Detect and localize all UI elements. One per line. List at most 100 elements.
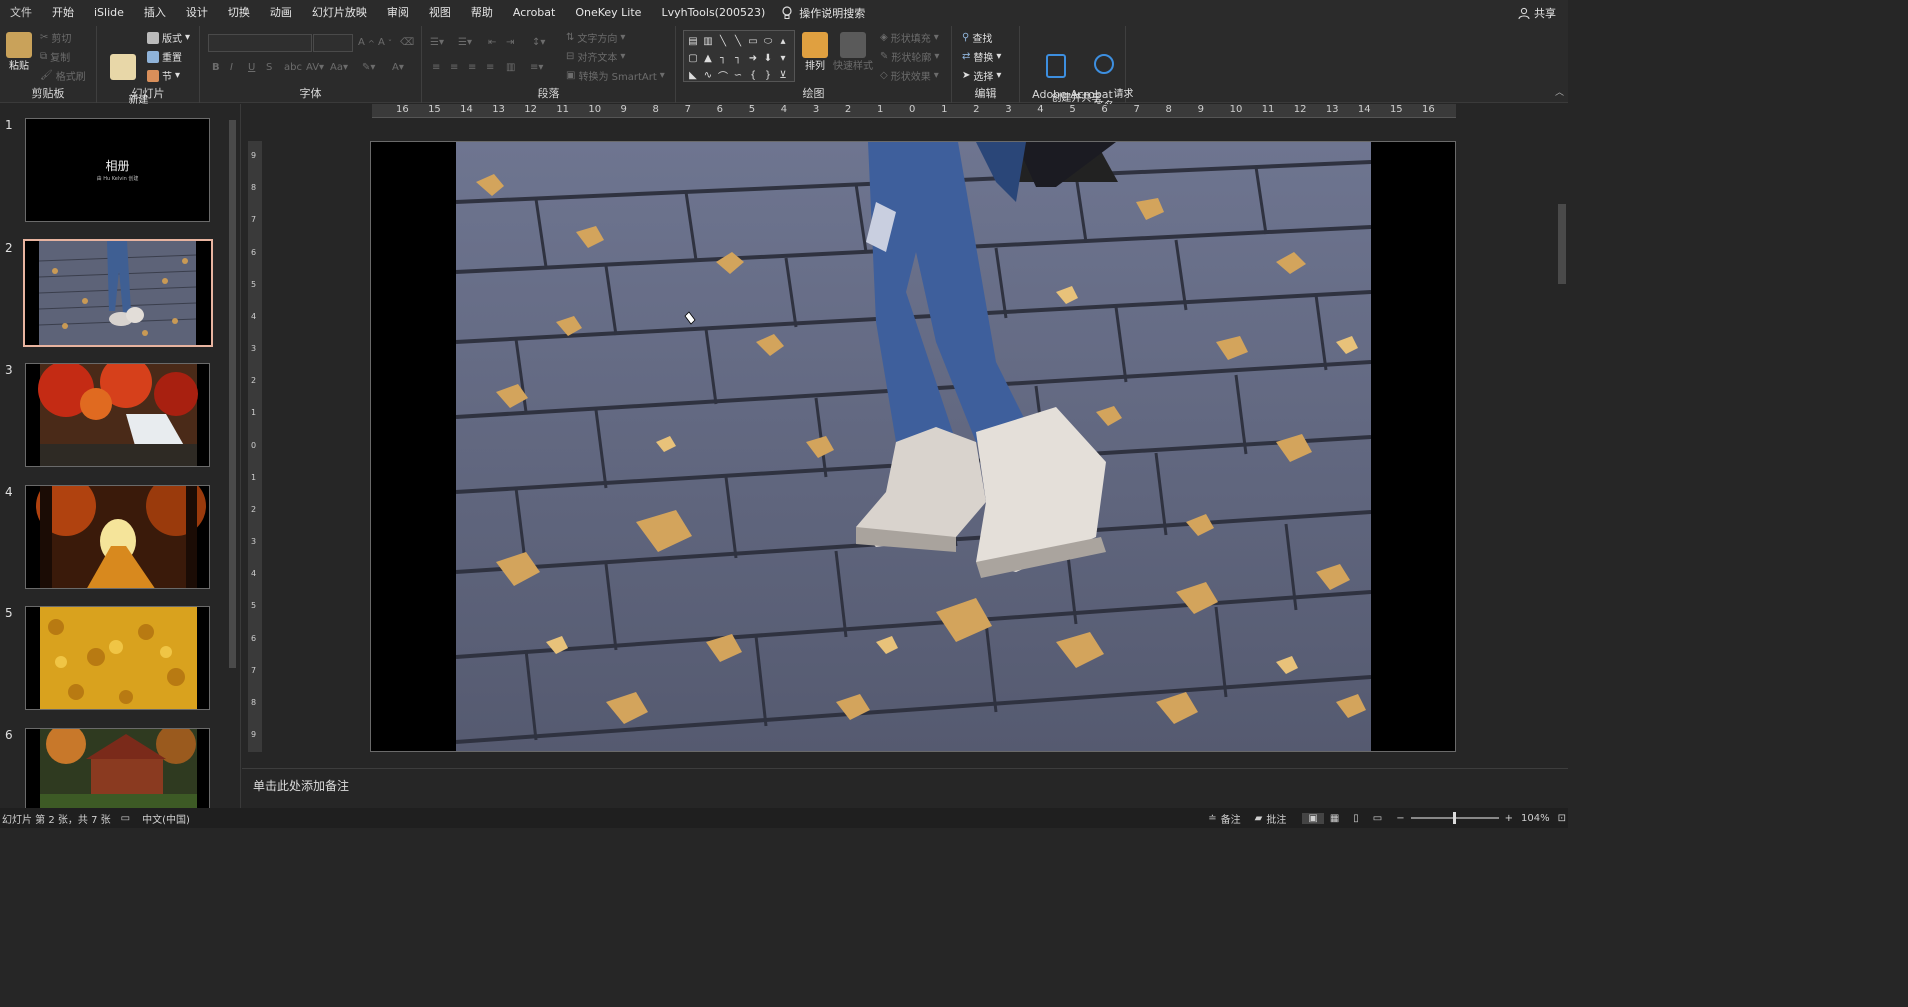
language-indicator[interactable]: 中文(中国) [142, 811, 190, 826]
connector-icon[interactable]: ┐ [716, 50, 730, 66]
zoom-in-button[interactable]: + [1505, 813, 1513, 824]
comments-toggle-button[interactable]: ▰ 批注 [1255, 811, 1287, 826]
zoom-level[interactable]: 104% [1521, 813, 1550, 824]
tab-animations[interactable]: 动画 [260, 0, 302, 26]
text-direction-button[interactable]: ⇅ 文字方向 ▾ [566, 30, 625, 45]
font-size-box[interactable] [313, 34, 353, 52]
tab-lvyhtools[interactable]: LvyhTools(200523) [651, 0, 775, 26]
char-spacing-icon[interactable]: AV▾ [306, 62, 324, 73]
slideshow-button[interactable]: ▭ [1373, 813, 1382, 824]
slide-photo[interactable] [456, 142, 1371, 751]
thumbnail-scrollbar[interactable] [228, 108, 237, 804]
justify-icon[interactable]: ≡ [486, 62, 494, 73]
scrollbar-thumb[interactable] [1558, 204, 1566, 284]
align-center-icon[interactable]: ≡ [450, 62, 458, 73]
collapse-ribbon-icon[interactable]: ︿ [1555, 85, 1564, 98]
tab-onekey[interactable]: OneKey Lite [565, 0, 651, 26]
tell-me-search[interactable]: 操作说明搜索 [781, 5, 865, 21]
slide-sorter-button[interactable]: ▦ [1330, 813, 1339, 824]
select-button[interactable]: ➤ 选择 ▾ [962, 68, 1001, 83]
rect-icon[interactable]: ▭ [746, 33, 760, 49]
underline-button[interactable]: U [248, 62, 255, 73]
font-name-box[interactable] [208, 34, 312, 52]
freeform-icon[interactable]: ∽ [731, 67, 745, 83]
layout-button[interactable]: 版式 ▾ [147, 30, 190, 45]
brace-left-icon[interactable]: { [746, 67, 760, 83]
slide-thumbnail[interactable]: 相册 由 Hu Kelvin 创建 [25, 118, 210, 222]
triangle-icon[interactable]: ▲ [701, 50, 715, 66]
editor-vertical-scrollbar[interactable] [1556, 104, 1568, 768]
slide-thumbnail[interactable] [25, 606, 210, 710]
reading-view-button[interactable]: ▯ [1353, 813, 1359, 824]
shape-fill-button[interactable]: ◈ 形状填充 ▾ [880, 30, 939, 45]
shape-effects-button[interactable]: ◇ 形状效果 ▾ [880, 68, 939, 83]
replace-button[interactable]: ⇄ 替换 ▾ [962, 49, 1001, 64]
align-right-icon[interactable]: ≡ [468, 62, 476, 73]
arrow-down-icon[interactable]: ⬇ [761, 50, 775, 66]
shapes-gallery[interactable]: ▤ ▥ ╲ ╲ ▭ ⬭ ▴ ▢ ▲ ┐ ┐ ➜ ⬇ ▾ ◣ ∿ ⌒ ∽{} ⊻ [683, 30, 795, 83]
brace-right-icon[interactable]: } [761, 67, 775, 83]
shadow-button[interactable]: S [266, 62, 272, 73]
increase-indent-icon[interactable]: ⇥ [506, 37, 514, 48]
callout-icon[interactable]: ◣ [686, 67, 700, 83]
notes-toggle-button[interactable]: ≐ 备注 [1208, 811, 1240, 826]
slide-thumbnail-selected[interactable] [23, 239, 213, 347]
textbox-icon[interactable]: ▤ [686, 33, 700, 49]
tab-review[interactable]: 审阅 [377, 0, 419, 26]
grow-font-button[interactable]: A ^ [358, 37, 375, 48]
oval-icon[interactable]: ⬭ [761, 33, 775, 49]
notes-pane[interactable]: 单击此处添加备注 [242, 768, 1568, 808]
slide-thumbnail[interactable] [25, 728, 210, 810]
connector2-icon[interactable]: ┐ [731, 50, 745, 66]
normal-view-button[interactable]: ▣ [1302, 812, 1324, 824]
tab-acrobat[interactable]: Acrobat [503, 0, 565, 26]
align-left-icon[interactable]: ≡ [432, 62, 440, 73]
slide-thumbnail[interactable] [25, 363, 210, 467]
vtextbox-icon[interactable]: ▥ [701, 33, 715, 49]
quick-styles-button[interactable]: 快速样式 [832, 32, 874, 73]
tab-islide[interactable]: iSlide [84, 0, 134, 26]
bold-button[interactable]: B [212, 62, 220, 73]
tab-view[interactable]: 视图 [419, 0, 461, 26]
line2-icon[interactable]: ╲ [731, 33, 745, 49]
shape-outline-button[interactable]: ✎ 形状轮廓 ▾ [880, 49, 939, 64]
tab-file[interactable]: 文件 [0, 0, 42, 26]
align-vertical-icon[interactable]: ≡▾ [530, 62, 543, 73]
shrink-font-button[interactable]: Aˇ [378, 37, 392, 48]
slide-thumbnail[interactable] [25, 485, 210, 589]
paste-button[interactable]: 粘贴 [4, 32, 34, 73]
section-button[interactable]: 节 ▾ [147, 68, 180, 83]
align-text-button[interactable]: ⊟ 对齐文本 ▾ [566, 49, 625, 64]
spellcheck-icon[interactable]: ▭ [121, 813, 130, 824]
find-button[interactable]: ⚲ 查找 [962, 30, 992, 45]
gallery-down-icon[interactable]: ▾ [776, 50, 790, 66]
arrow-right-icon[interactable]: ➜ [746, 50, 760, 66]
arrange-button[interactable]: 排列 [800, 32, 830, 73]
tab-help[interactable]: 帮助 [461, 0, 503, 26]
change-case-icon[interactable]: Aa▾ [330, 62, 348, 73]
zoom-slider-knob[interactable] [1452, 812, 1456, 824]
tab-design[interactable]: 设计 [176, 0, 218, 26]
reset-button[interactable]: 重置 [147, 49, 182, 64]
rounded-rect-icon[interactable]: ▢ [686, 50, 700, 66]
italic-button[interactable]: I [230, 62, 233, 73]
clear-format-icon[interactable]: ⌫ [400, 37, 414, 48]
zoom-slider[interactable] [1410, 812, 1499, 824]
tab-home[interactable]: 开始 [42, 0, 84, 26]
copy-button[interactable]: ⧉ 复制 [40, 49, 70, 64]
curve-icon[interactable]: ∿ [701, 67, 715, 83]
format-painter-button[interactable]: 🖌 格式刷 [40, 68, 86, 83]
bullets-icon[interactable]: ☰▾ [430, 37, 444, 48]
tab-transitions[interactable]: 切换 [218, 0, 260, 26]
fit-to-window-icon[interactable]: ⊡ [1558, 813, 1566, 824]
tab-slideshow[interactable]: 幻灯片放映 [302, 0, 377, 26]
gallery-more-icon[interactable]: ⊻ [776, 67, 790, 83]
cut-button[interactable]: ✂ 剪切 [40, 30, 71, 45]
font-color-icon[interactable]: A▾ [392, 62, 404, 73]
notes-placeholder[interactable]: 单击此处添加备注 [253, 777, 349, 794]
arc-icon[interactable]: ⌒ [716, 67, 730, 83]
convert-smartart-button[interactable]: ▣ 转换为 SmartArt ▾ [566, 68, 665, 83]
columns-icon[interactable]: ▥ [506, 62, 515, 73]
tab-insert[interactable]: 插入 [134, 0, 176, 26]
scrollbar-thumb[interactable] [229, 120, 236, 668]
